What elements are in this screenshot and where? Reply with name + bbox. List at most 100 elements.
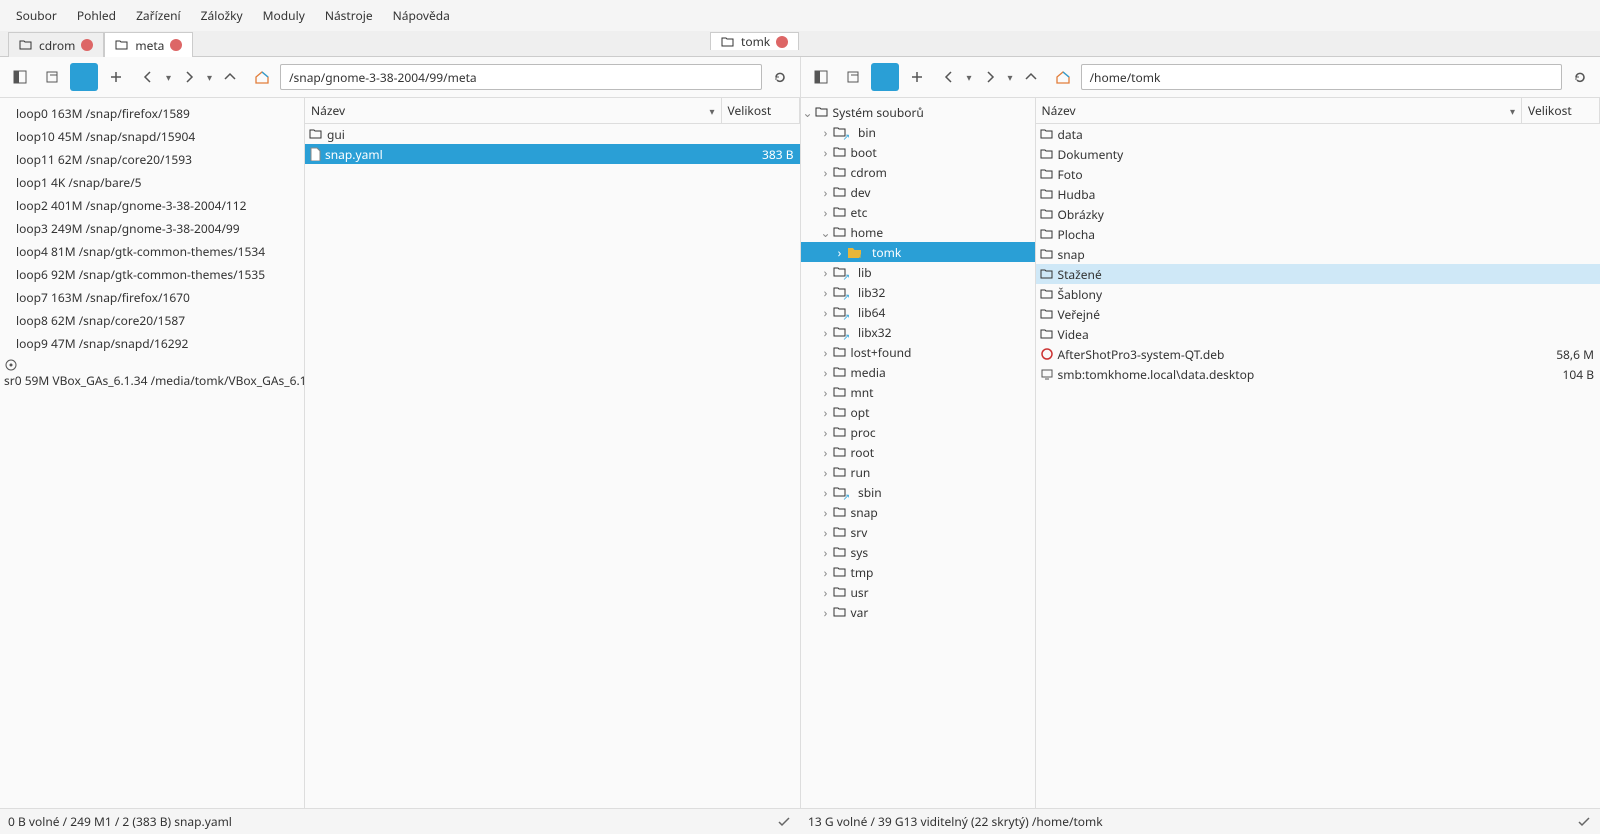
file-row[interactable]: Veřejné: [1036, 304, 1600, 324]
device-row[interactable]: loop8 62M /snap/core20/1587: [0, 309, 304, 332]
device-row[interactable]: loop3 249M /snap/gnome-3-38-2004/99: [0, 217, 304, 240]
column-size[interactable]: Velikost: [1522, 98, 1600, 123]
tree-arrow-icon[interactable]: ›: [819, 204, 833, 221]
tree-item-usr[interactable]: ›usr: [801, 582, 1035, 602]
tree-item-lost+found[interactable]: ›lost+found: [801, 342, 1035, 362]
device-row[interactable]: loop6 92M /snap/gtk-common-themes/1535: [0, 263, 304, 286]
back-button[interactable]: [134, 63, 162, 91]
tree-item-lib[interactable]: ›↗lib: [801, 262, 1035, 282]
up-button[interactable]: [216, 63, 244, 91]
tree-arrow-icon[interactable]: ›: [819, 404, 833, 421]
back-menu-arrow[interactable]: ▾: [166, 70, 171, 84]
new-button[interactable]: [903, 63, 931, 91]
file-row[interactable]: Foto: [1036, 164, 1600, 184]
forward-button[interactable]: [976, 63, 1004, 91]
close-icon[interactable]: [81, 39, 93, 51]
tab-tomk[interactable]: tomk: [710, 32, 799, 50]
tab-cdrom[interactable]: cdrom: [8, 32, 104, 57]
tree-item-boot[interactable]: ›boot: [801, 142, 1035, 162]
menu-moduly[interactable]: Moduly: [253, 3, 315, 28]
file-row[interactable]: AfterShotPro3-system-QT.deb58,6 M: [1036, 344, 1600, 364]
tree-arrow-icon[interactable]: ›: [819, 464, 833, 481]
tree-item-lib32[interactable]: ›↗lib32: [801, 282, 1035, 302]
file-row[interactable]: Stažené: [1036, 264, 1600, 284]
tree-arrow-icon[interactable]: ›: [819, 604, 833, 621]
path-input[interactable]: /home/tomk: [1081, 64, 1562, 90]
tree-arrow-icon[interactable]: ›: [819, 584, 833, 601]
tree-arrow-icon[interactable]: ›: [819, 364, 833, 381]
tree-arrow-icon[interactable]: ›: [819, 164, 833, 181]
folder-mode-button[interactable]: [70, 63, 98, 91]
menu-soubor[interactable]: Soubor: [6, 3, 67, 28]
device-row[interactable]: loop9 47M /snap/snapd/16292: [0, 332, 304, 355]
forward-button[interactable]: [175, 63, 203, 91]
forward-menu-arrow[interactable]: ▾: [207, 70, 212, 84]
tree-item-sbin[interactable]: ›↗sbin: [801, 482, 1035, 502]
tree-arrow-icon[interactable]: ›: [819, 384, 833, 401]
column-name[interactable]: Název▾: [305, 98, 722, 123]
panel-toggle-button[interactable]: [6, 63, 34, 91]
device-row[interactable]: loop1 4K /snap/bare/5: [0, 171, 304, 194]
file-row[interactable]: Dokumenty: [1036, 144, 1600, 164]
panel-toggle-button[interactable]: [807, 63, 835, 91]
column-size[interactable]: Velikost: [722, 98, 800, 123]
tree-item-tmp[interactable]: ›tmp: [801, 562, 1035, 582]
tree-item-mnt[interactable]: ›mnt: [801, 382, 1035, 402]
tree-arrow-icon[interactable]: ›: [819, 544, 833, 561]
menu-zařízení[interactable]: Zařízení: [126, 3, 191, 28]
tree-root[interactable]: ⌄Systém souborů: [801, 102, 1035, 122]
tree-item-tomk[interactable]: ›↗tomk: [801, 242, 1035, 262]
menu-záložky[interactable]: Záložky: [191, 3, 253, 28]
file-row[interactable]: Plocha: [1036, 224, 1600, 244]
device-row[interactable]: loop10 45M /snap/snapd/15904: [0, 125, 304, 148]
tree-item-var[interactable]: ›var: [801, 602, 1035, 622]
menu-nápověda[interactable]: Nápověda: [383, 3, 460, 28]
close-icon[interactable]: [776, 36, 788, 48]
column-name[interactable]: Název▾: [1036, 98, 1523, 123]
tree-arrow-icon[interactable]: ›: [819, 444, 833, 461]
file-row[interactable]: data: [1036, 124, 1600, 144]
file-row[interactable]: Hudba: [1036, 184, 1600, 204]
tree-arrow-icon[interactable]: ›: [819, 184, 833, 201]
new-button[interactable]: [102, 63, 130, 91]
tree-arrow-icon[interactable]: ›: [819, 284, 833, 301]
tree-item-cdrom[interactable]: ›cdrom: [801, 162, 1035, 182]
reload-button[interactable]: [766, 63, 794, 91]
tab-meta[interactable]: meta: [104, 32, 193, 57]
tree-item-etc[interactable]: ›etc: [801, 202, 1035, 222]
popout-button[interactable]: [839, 63, 867, 91]
menu-nástroje[interactable]: Nástroje: [315, 3, 383, 28]
back-menu-arrow[interactable]: ▾: [967, 70, 972, 84]
tree-item-media[interactable]: ›media: [801, 362, 1035, 382]
forward-menu-arrow[interactable]: ▾: [1008, 70, 1013, 84]
up-button[interactable]: [1017, 63, 1045, 91]
tree-arrow-icon[interactable]: ›: [819, 524, 833, 541]
tree-arrow-icon[interactable]: ›: [819, 144, 833, 161]
path-input[interactable]: /snap/gnome-3-38-2004/99/meta: [280, 64, 761, 90]
tree-arrow-icon[interactable]: ›: [819, 504, 833, 521]
tree-arrow-icon[interactable]: ›: [819, 424, 833, 441]
tree-item-run[interactable]: ›run: [801, 462, 1035, 482]
home-button[interactable]: [248, 63, 276, 91]
file-row[interactable]: gui: [305, 124, 800, 144]
tree-arrow-icon[interactable]: ⌄: [819, 224, 833, 241]
file-row[interactable]: Obrázky: [1036, 204, 1600, 224]
file-row[interactable]: Videa: [1036, 324, 1600, 344]
close-icon[interactable]: [170, 39, 182, 51]
back-button[interactable]: [935, 63, 963, 91]
chevron-down-icon[interactable]: ⌄: [801, 104, 815, 121]
tree-arrow-icon[interactable]: ›: [819, 484, 833, 501]
tree-arrow-icon[interactable]: ›: [819, 124, 833, 141]
home-button[interactable]: [1049, 63, 1077, 91]
tree-arrow-icon[interactable]: ›: [833, 244, 847, 261]
tree-arrow-icon[interactable]: ›: [819, 324, 833, 341]
tree-item-srv[interactable]: ›srv: [801, 522, 1035, 542]
file-row[interactable]: snap: [1036, 244, 1600, 264]
tree-item-bin[interactable]: ›↗bin: [801, 122, 1035, 142]
device-row[interactable]: loop11 62M /snap/core20/1593: [0, 148, 304, 171]
tree-item-opt[interactable]: ›opt: [801, 402, 1035, 422]
tree-arrow-icon[interactable]: ›: [819, 344, 833, 361]
device-row[interactable]: sr0 59M VBox_GAs_6.1.34 /media/tomk/VBox…: [0, 355, 304, 392]
device-row[interactable]: loop7 163M /snap/firefox/1670: [0, 286, 304, 309]
menu-pohled[interactable]: Pohled: [67, 3, 126, 28]
